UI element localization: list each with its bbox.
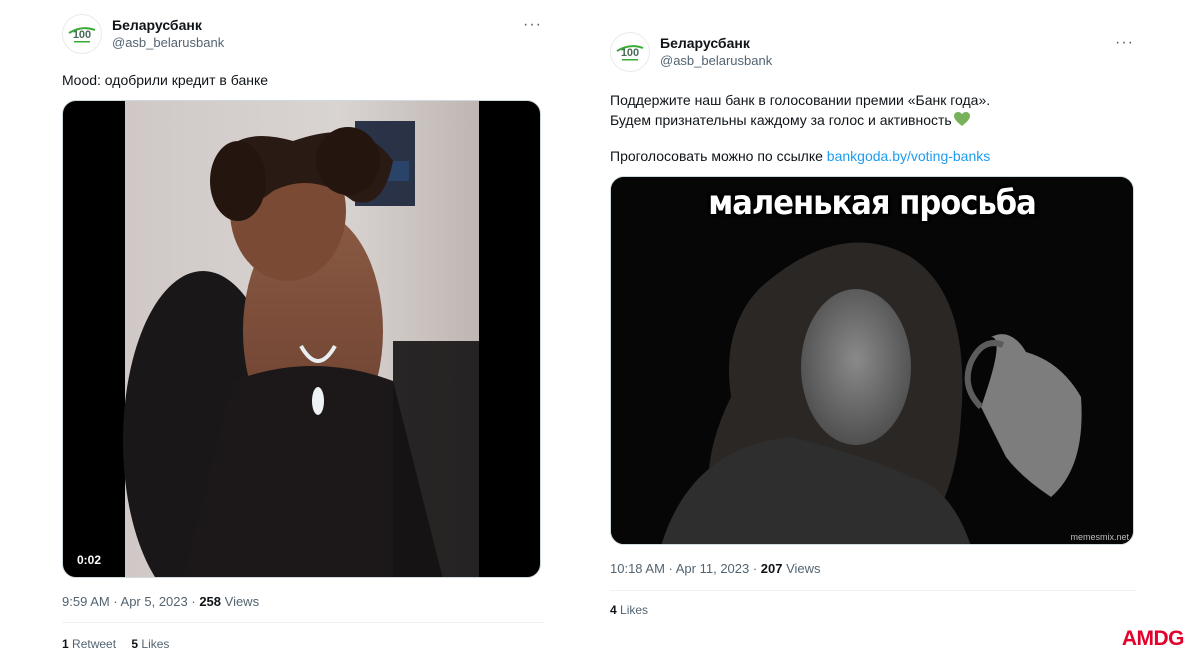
brand-logo: AMDG bbox=[1121, 627, 1185, 650]
video-timestamp: 0:02 bbox=[77, 553, 102, 567]
divider bbox=[62, 622, 544, 623]
text-line: Поддержите наш банк в голосовании премии… bbox=[610, 92, 991, 108]
text-line: Будем признательны каждому за голос и ак… bbox=[610, 112, 952, 128]
retweets-label: Retweet bbox=[68, 637, 117, 651]
more-icon[interactable]: ··· bbox=[523, 16, 542, 34]
avatar[interactable]: 100 bbox=[62, 14, 102, 54]
tweet-card: 100 Беларусбанк @asb_belarusbank ··· Под… bbox=[610, 32, 1136, 617]
tweet-text: Поддержите наш банк в голосовании премии… bbox=[610, 90, 1136, 166]
video-player[interactable]: 0:02 bbox=[62, 100, 541, 578]
avatar-logo-icon: 100 bbox=[616, 45, 644, 61]
watermark: memesmix.net bbox=[1070, 532, 1129, 542]
video-frame bbox=[123, 101, 479, 577]
svg-text:100: 100 bbox=[73, 29, 91, 41]
handle[interactable]: @asb_belarusbank bbox=[112, 34, 224, 51]
avatar[interactable]: 100 bbox=[610, 32, 650, 72]
likes-stat[interactable]: 5 Likes bbox=[131, 637, 169, 651]
text-line: Проголосовать можно по ссылке bbox=[610, 148, 827, 164]
avatar-logo-icon: 100 bbox=[68, 27, 96, 43]
meme-image[interactable]: маленькая просьба memesmix.net bbox=[610, 176, 1134, 545]
likes-stat[interactable]: 4 Likes bbox=[610, 603, 648, 617]
tweet-header: 100 Беларусбанк @asb_belarusbank ··· bbox=[62, 14, 544, 54]
views-label: Views bbox=[221, 594, 260, 609]
tweet-text: Mood: одобрили кредит в банке bbox=[62, 72, 269, 88]
views-label: Views bbox=[782, 561, 821, 576]
svg-text:100: 100 bbox=[621, 47, 639, 59]
engagement-stats: 1 Retweet 5 Likes bbox=[62, 637, 544, 651]
likes-count: 4 bbox=[610, 603, 617, 617]
display-name[interactable]: Беларусбанк bbox=[660, 35, 772, 52]
meme-caption: маленькая просьба bbox=[708, 183, 1036, 223]
views-count: 258 bbox=[199, 594, 222, 609]
more-icon[interactable]: ··· bbox=[1115, 34, 1134, 52]
tweet-card: 100 Беларусбанк @asb_belarusbank ··· Moo… bbox=[62, 14, 544, 651]
timestamp[interactable]: 9:59 AM · Apr 5, 2023 · bbox=[62, 594, 199, 609]
views-count: 207 bbox=[760, 561, 783, 576]
tweet-meta: 10:18 AM · Apr 11, 2023 · 207 Views bbox=[610, 561, 1136, 576]
handle[interactable]: @asb_belarusbank bbox=[660, 52, 772, 69]
display-name[interactable]: Беларусбанк bbox=[112, 17, 224, 34]
meme-picture bbox=[611, 177, 1133, 544]
engagement-stats: 4 Likes bbox=[610, 603, 1136, 617]
voting-link[interactable]: bankgoda.by/voting-banks bbox=[827, 148, 990, 164]
likes-label: Likes bbox=[616, 603, 649, 617]
retweets-stat[interactable]: 1 Retweet bbox=[62, 637, 116, 651]
tweet-meta: 9:59 AM · Apr 5, 2023 · 258 Views bbox=[62, 594, 544, 609]
tweet-header: 100 Беларусбанк @asb_belarusbank ··· bbox=[610, 32, 1136, 72]
divider bbox=[610, 590, 1136, 591]
likes-label: Likes bbox=[138, 637, 170, 651]
timestamp[interactable]: 10:18 AM · Apr 11, 2023 · bbox=[610, 561, 761, 576]
retweets-count: 1 bbox=[62, 637, 69, 651]
green-heart-icon bbox=[953, 112, 970, 126]
